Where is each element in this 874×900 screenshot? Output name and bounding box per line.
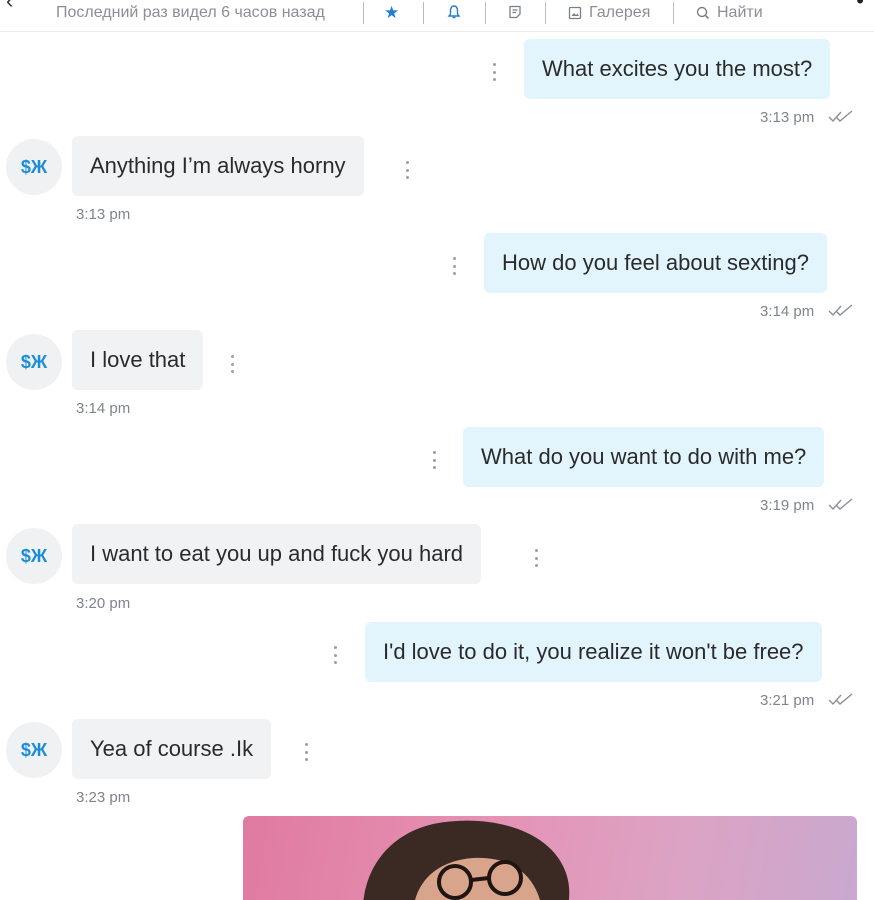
search-label: Найти	[717, 4, 763, 21]
divider	[423, 2, 424, 24]
message-text: I'd love to do it, you realize it won't …	[383, 639, 804, 664]
outgoing-message[interactable]: I'd love to do it, you realize it won't …	[365, 622, 822, 682]
message-options-icon[interactable]	[230, 355, 234, 373]
outgoing-message[interactable]: How do you feel about sexting?	[484, 233, 827, 293]
read-receipt-icon	[828, 304, 853, 317]
contact-avatar[interactable]: $Ж	[6, 334, 62, 390]
outgoing-message[interactable]: What do you want to do with me?	[463, 427, 825, 487]
message-time: 3:13 pm	[76, 206, 131, 223]
message-time: 3:23 pm	[76, 789, 131, 806]
message-time: 3:19 pm	[760, 497, 815, 514]
contact-avatar[interactable]: $Ж	[6, 139, 62, 195]
contact-avatar[interactable]: $Ж	[6, 722, 62, 778]
last-seen-text: Последний раз видел 6 часов назад	[56, 4, 325, 21]
notes-button[interactable]	[507, 4, 523, 20]
incoming-message[interactable]: Anything I’m always horny	[72, 136, 364, 196]
message-options-icon[interactable]	[333, 646, 337, 664]
message-options-icon[interactable]	[405, 161, 409, 179]
message-options-icon[interactable]	[432, 451, 436, 469]
avatar-initials: $Ж	[20, 351, 48, 372]
divider	[673, 2, 674, 24]
contact-avatar[interactable]: $Ж	[6, 528, 62, 584]
search-icon	[696, 6, 710, 20]
avatar-initials: $Ж	[20, 739, 48, 760]
more-options-icon[interactable]: •	[856, 0, 864, 12]
message-options-icon[interactable]	[304, 743, 308, 761]
favorite-button[interactable]: ★	[384, 3, 399, 23]
gallery-label: Галерея	[589, 4, 651, 21]
search-button[interactable]: Найти	[695, 4, 763, 22]
message-text: What excites you the most?	[542, 56, 813, 81]
incoming-message[interactable]: I want to eat you up and fuck you hard	[72, 524, 482, 584]
message-time: 3:14 pm	[760, 303, 815, 320]
message-time: 3:14 pm	[76, 400, 131, 417]
message-time: 3:21 pm	[760, 692, 815, 709]
message-text: What do you want to do with me?	[481, 444, 807, 469]
gallery-icon	[568, 6, 582, 20]
divider	[485, 2, 486, 24]
bell-icon	[447, 5, 461, 19]
read-receipt-icon	[828, 498, 853, 511]
avatar-initials: $Ж	[20, 545, 48, 566]
message-text: Anything I’m always horny	[90, 153, 346, 178]
chat-header: ‹ Последний раз видел 6 часов назад ★ Га…	[0, 0, 874, 32]
notifications-button[interactable]	[446, 4, 462, 20]
divider	[545, 2, 546, 24]
message-text: I love that	[90, 347, 186, 372]
incoming-message[interactable]: I love that	[72, 330, 204, 390]
last-seen-status: Последний раз видел 6 часов назад	[56, 4, 325, 22]
gallery-button[interactable]: Галерея	[567, 4, 650, 22]
note-icon	[509, 5, 521, 19]
divider	[363, 2, 364, 24]
photo-attachment[interactable]	[243, 816, 857, 900]
message-options-icon[interactable]	[452, 257, 456, 275]
back-chevron-icon[interactable]: ‹	[6, 0, 13, 14]
outgoing-message[interactable]: What excites you the most?	[524, 39, 831, 99]
message-text: Yea of course .Ik	[90, 736, 254, 761]
message-options-icon[interactable]	[534, 549, 538, 567]
message-time: 3:20 pm	[76, 595, 131, 612]
incoming-message[interactable]: Yea of course .Ik	[72, 719, 272, 779]
person-photo-image	[363, 820, 570, 900]
message-text: How do you feel about sexting?	[502, 250, 809, 275]
message-time: 3:13 pm	[760, 109, 815, 126]
read-receipt-icon	[828, 693, 853, 706]
avatar-initials: $Ж	[20, 156, 48, 177]
message-options-icon[interactable]	[492, 63, 496, 81]
star-icon: ★	[384, 3, 400, 22]
message-text: I want to eat you up and fuck you hard	[90, 541, 464, 566]
read-receipt-icon	[828, 110, 853, 123]
